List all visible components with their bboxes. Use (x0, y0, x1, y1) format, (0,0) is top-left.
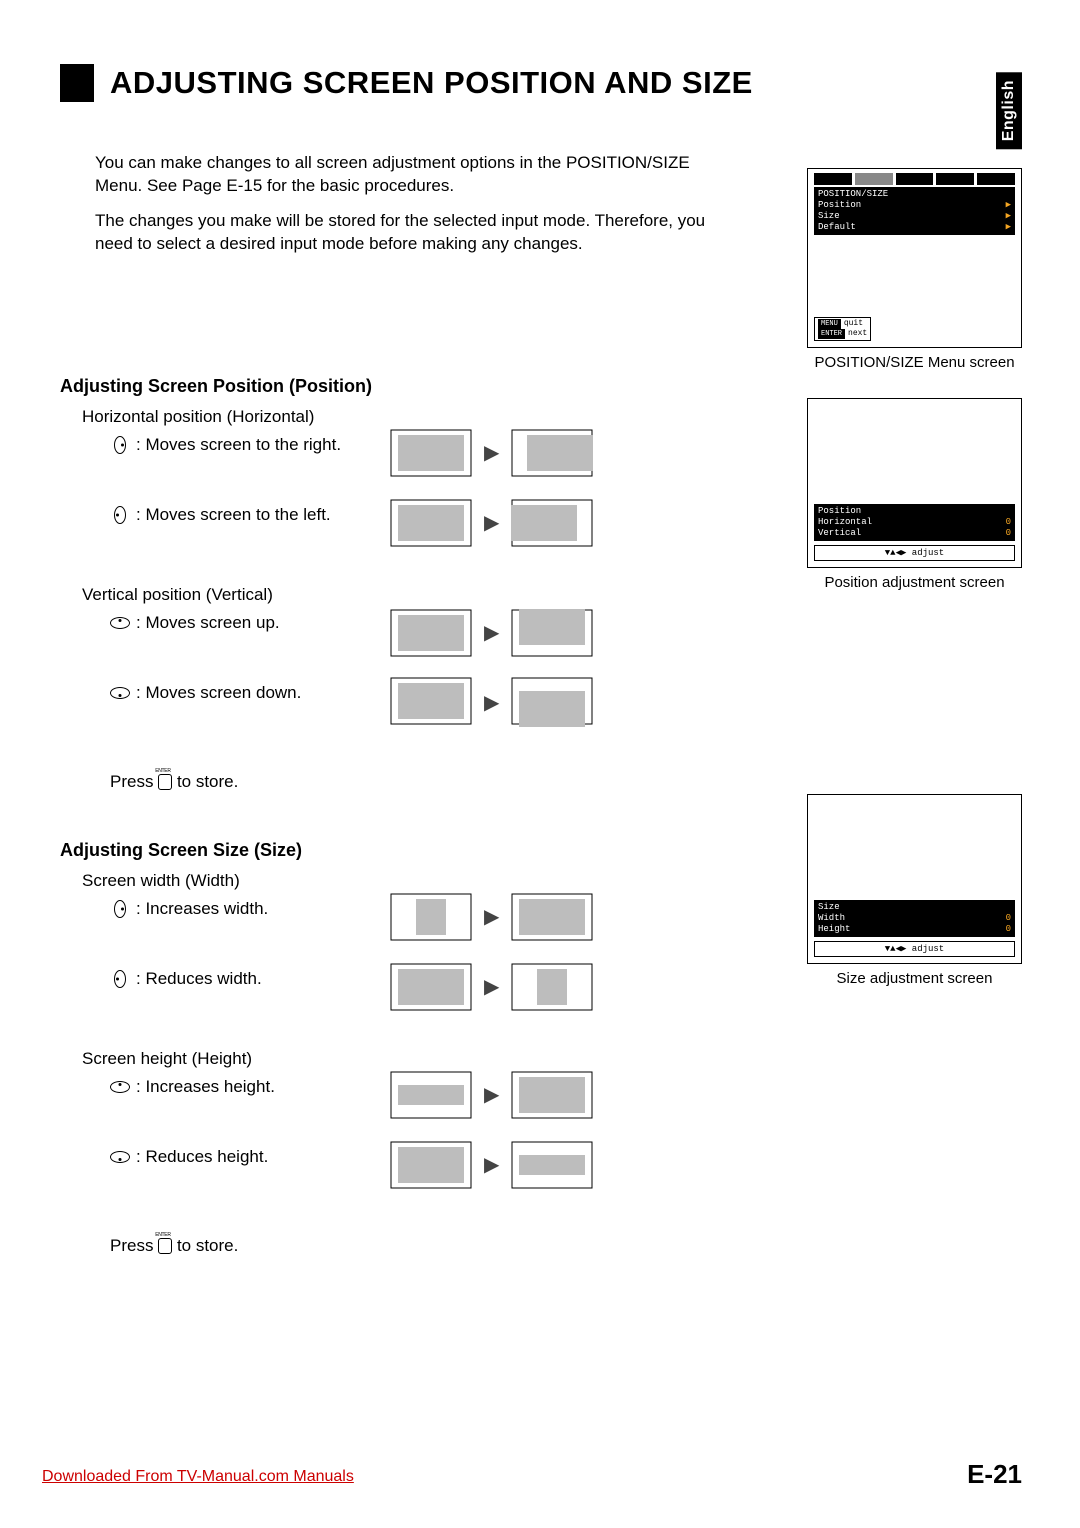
press-label: Press (110, 772, 153, 791)
arrow-icon: ▶ (484, 510, 499, 535)
osd-item: Height (818, 924, 850, 935)
size-screen-caption: Size adjustment screen (807, 970, 1022, 987)
osd-item: Width (818, 913, 845, 924)
osd-footer: MENUquit ENTERnext (814, 317, 871, 341)
arrow-icon: ▶ (484, 690, 499, 715)
move-right-label: : Moves screen to the right. (136, 433, 341, 457)
move-up-label: : Moves screen up. (136, 611, 280, 635)
dec-height-label: : Reduces height. (136, 1145, 268, 1169)
diagram-move-down: ▶ (390, 677, 593, 729)
press-store-size: Press to store. (110, 1235, 1020, 1256)
page-title: ADJUSTING SCREEN POSITION AND SIZE (110, 64, 753, 102)
enter-icon (158, 1238, 172, 1254)
left-icon (110, 508, 130, 522)
arrow-icon: ▶ (484, 974, 499, 999)
down-icon (110, 686, 130, 700)
size-screen: Size Width 0 Height 0 ▼▲◀▶ adjust Size adj… (807, 794, 1022, 987)
diagram-move-up: ▶ (390, 607, 593, 659)
osd-item-value: 0 (1006, 528, 1011, 539)
press-label: Press (110, 1236, 153, 1255)
osd-title: Position (818, 506, 861, 517)
osd-item-value: 0 (1006, 924, 1011, 935)
menu-screen: POSITION/SIZE Position ▶ Size ▶ Default ▶ M… (807, 168, 1022, 371)
diagram-inc-width: ▶ (390, 893, 593, 941)
enter-icon (158, 774, 172, 790)
osd-item-value: ▶ (1006, 200, 1011, 211)
osd-item-value: ▶ (1006, 211, 1011, 222)
store-label: to store. (177, 1236, 238, 1255)
right-icon (110, 902, 130, 916)
osd-item: Default (818, 222, 856, 233)
diagram-move-left: ▶ (390, 499, 593, 547)
download-link[interactable]: Downloaded From TV-Manual.com Manuals (42, 1468, 354, 1486)
arrow-icon: ▶ (484, 440, 499, 465)
up-icon (110, 1080, 130, 1094)
store-label: to store. (177, 772, 238, 791)
title-bar: ADJUSTING SCREEN POSITION AND SIZE (60, 64, 1020, 102)
page: ADJUSTING SCREEN POSITION AND SIZE Engli… (0, 0, 1080, 1528)
intro-p2: The changes you make will be stored for … (95, 210, 730, 256)
dec-height-row: : Reduces height. ▶ (110, 1145, 1020, 1215)
osd-item: Position (818, 200, 861, 211)
osd-hint: ▼▲◀▶ adjust (814, 545, 1015, 561)
osd-tabs (814, 173, 1015, 185)
arrow-icon: ▶ (484, 1082, 499, 1107)
left-icon (110, 972, 130, 986)
arrow-icon: ▶ (484, 620, 499, 645)
menu-screen-caption: POSITION/SIZE Menu screen (807, 354, 1022, 371)
inc-height-label: : Increases height. (136, 1075, 275, 1099)
position-screen-caption: Position adjustment screen (807, 574, 1022, 591)
osd-item: Vertical (818, 528, 861, 539)
intro-text: You can make changes to all screen adjus… (95, 152, 730, 256)
osd-hint: ▼▲◀▶ adjust (814, 941, 1015, 957)
move-down-label: : Moves screen down. (136, 681, 301, 705)
osd-item: Size (818, 211, 840, 222)
diagram-dec-height: ▶ (390, 1141, 593, 1189)
osd-item-value: 0 (1006, 913, 1011, 924)
osd-item: Horizontal (818, 517, 872, 528)
osd-item-value: 0 (1006, 517, 1011, 528)
diagram-inc-height: ▶ (390, 1071, 593, 1119)
position-screen: Position Horizontal 0 Vertical 0 ▼▲◀▶ adju… (807, 398, 1022, 591)
arrow-icon: ▶ (484, 904, 499, 929)
up-icon (110, 616, 130, 630)
height-label: Screen height (Height) (82, 1049, 1020, 1069)
dec-width-label: : Reduces width. (136, 967, 262, 991)
move-up-row: : Moves screen up. ▶ (110, 611, 1020, 681)
osd-item-value: ▶ (1006, 222, 1011, 233)
page-number: E-21 (967, 1459, 1022, 1490)
osd-title: POSITION/SIZE (818, 189, 888, 200)
osd-title: Size (818, 902, 840, 913)
diagram-move-right: ▶ (390, 429, 593, 477)
move-down-row: : Moves screen down. ▶ (110, 681, 1020, 751)
inc-height-row: : Increases height. ▶ (110, 1075, 1020, 1145)
language-tab: English (996, 72, 1022, 149)
press-store-position: Press to store. (110, 771, 1020, 792)
diagram-dec-width: ▶ (390, 963, 593, 1011)
position-heading: Adjusting Screen Position (Position) (60, 376, 1020, 397)
title-block (60, 64, 94, 102)
arrow-icon: ▶ (484, 1152, 499, 1177)
right-icon (110, 438, 130, 452)
intro-p1: You can make changes to all screen adjus… (95, 152, 730, 198)
move-left-label: : Moves screen to the left. (136, 503, 331, 527)
down-icon (110, 1150, 130, 1164)
inc-width-label: : Increases width. (136, 897, 268, 921)
